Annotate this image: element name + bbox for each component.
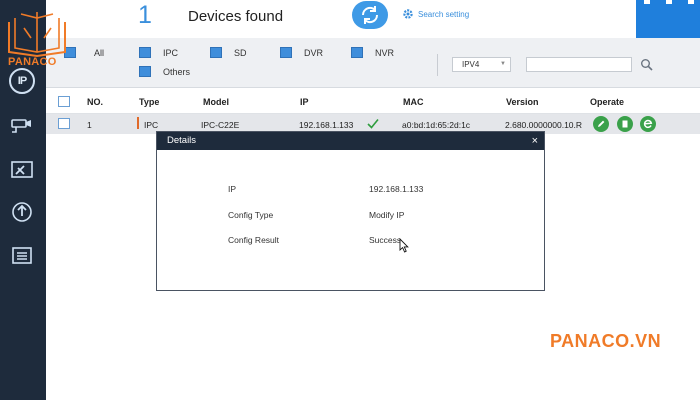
select-all-checkbox[interactable]: [58, 96, 70, 107]
protocol-value: IPV4: [462, 60, 480, 69]
refresh-icon: [361, 6, 379, 24]
filter-dvr[interactable]: DVR: [280, 47, 323, 58]
brand-name: PANACO: [8, 56, 57, 68]
maximize-icon[interactable]: [666, 0, 672, 4]
top-bar: 1 Devices found Search setting: [46, 0, 700, 38]
row-checkbox[interactable]: [58, 118, 70, 129]
filter-sd-label: SD: [234, 47, 247, 58]
col-mac[interactable]: MAC: [403, 97, 424, 107]
row-no: 1: [87, 120, 92, 130]
detail-config-result-label: Config Result: [228, 235, 280, 245]
panaco-logo-icon: [8, 12, 66, 58]
chevron-down-icon: ▼: [500, 61, 506, 67]
detail-config-type-label: Config Type: [228, 210, 274, 220]
detail-config-result-value: Success: [369, 235, 402, 245]
col-version[interactable]: Version: [506, 97, 539, 107]
dialog-title-bar: Details ×: [157, 132, 544, 150]
filter-nvr-label: NVR: [375, 47, 395, 58]
col-operate: Operate: [590, 97, 625, 107]
filter-all[interactable]: All: [64, 47, 104, 58]
search-icon[interactable]: [640, 58, 653, 71]
search-input[interactable]: [526, 57, 632, 72]
close-icon[interactable]: [688, 0, 694, 4]
filter-divider: [437, 54, 438, 76]
dialog-close-button[interactable]: ×: [532, 132, 538, 150]
dialog-title: Details: [167, 135, 197, 146]
checkmark-icon: [367, 118, 379, 129]
camera-icon[interactable]: [6, 113, 38, 139]
filter-dvr-label: DVR: [304, 47, 324, 58]
device-count: 1: [138, 1, 152, 29]
page-title: Devices found: [188, 8, 284, 25]
document-icon: [622, 120, 628, 128]
search-setting-label: Search setting: [418, 9, 470, 19]
filter-nvr[interactable]: NVR: [351, 47, 394, 58]
minimize-icon[interactable]: [644, 0, 650, 4]
search-setting-link[interactable]: Search setting: [402, 8, 469, 20]
tools-icon[interactable]: [6, 157, 38, 183]
gear-icon: [403, 9, 413, 19]
row-version: 2.680.0000000.10.R: [505, 120, 583, 130]
mouse-cursor-icon: [399, 238, 409, 253]
filter-sd[interactable]: SD: [210, 47, 247, 58]
row-type: IPC: [144, 120, 159, 130]
refresh-button[interactable]: [352, 1, 388, 29]
detail-ip-label: IP: [228, 184, 237, 194]
list-icon[interactable]: [6, 243, 38, 269]
upgrade-icon[interactable]: [6, 199, 38, 225]
row-model: IPC-C22E: [201, 120, 240, 130]
details-dialog: Details × IP 192.168.1.133 Config Type M…: [156, 131, 545, 291]
watermark: PANACO.VN: [550, 331, 662, 351]
col-type[interactable]: Type: [139, 97, 159, 107]
filter-sd-checkbox[interactable]: [210, 47, 222, 58]
window-controls[interactable]: [636, 0, 700, 38]
col-model[interactable]: Model: [203, 97, 229, 107]
web-button[interactable]: [640, 116, 656, 132]
ip-logo-icon[interactable]: IP: [9, 68, 35, 94]
protocol-select[interactable]: IPV4 ▼: [452, 57, 511, 72]
filter-nvr-checkbox[interactable]: [351, 47, 363, 58]
row-mac: a0:bd:1d:65:2d:1c: [402, 120, 471, 130]
pencil-icon: [598, 120, 605, 127]
detail-ip-value: 192.168.1.133: [369, 184, 424, 194]
browser-icon: [643, 119, 653, 129]
edit-button[interactable]: [593, 116, 609, 132]
col-ip[interactable]: IP: [300, 97, 309, 107]
col-no[interactable]: NO.: [87, 97, 103, 107]
filter-all-label: All: [94, 47, 105, 58]
type-marker: [137, 117, 139, 129]
filter-others-checkbox[interactable]: [139, 66, 151, 77]
detail-config-type-value: Modify IP: [369, 210, 405, 220]
filter-others[interactable]: Others: [139, 66, 190, 77]
row-ip: 192.168.1.133: [299, 120, 354, 130]
filter-ipc[interactable]: IPC: [139, 47, 178, 58]
details-button[interactable]: [617, 116, 633, 132]
filter-dvr-checkbox[interactable]: [280, 47, 292, 58]
filter-ipc-label: IPC: [163, 47, 179, 58]
filter-ipc-checkbox[interactable]: [139, 47, 151, 58]
filter-others-label: Others: [163, 66, 191, 77]
